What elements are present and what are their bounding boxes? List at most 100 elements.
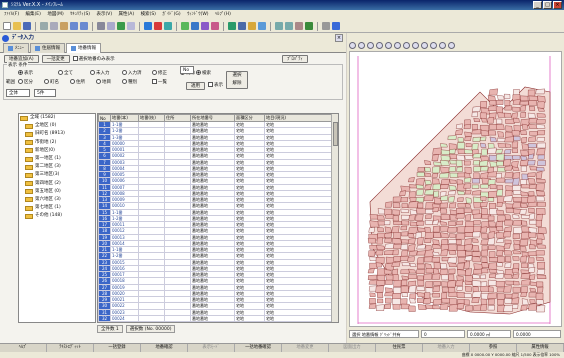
parcel-shape[interactable] <box>471 184 480 189</box>
parcel-shape[interactable] <box>416 292 426 298</box>
parcel-shape[interactable] <box>512 106 521 112</box>
parcel-shape[interactable] <box>385 214 395 219</box>
parcel-shape[interactable] <box>528 117 538 124</box>
table-cell[interactable] <box>138 320 165 322</box>
parcel-shape[interactable] <box>449 233 457 238</box>
parcel-shape[interactable] <box>376 304 385 311</box>
parcel-shape[interactable] <box>512 190 522 195</box>
table-cell[interactable]: 宅地 <box>264 320 333 322</box>
parcel-shape[interactable] <box>369 292 376 297</box>
parcel-shape[interactable] <box>504 148 512 154</box>
parcel-shape[interactable] <box>401 279 408 286</box>
apply-button[interactable]: 適用 <box>186 82 205 90</box>
parcel-shape[interactable] <box>535 124 546 129</box>
parcel-shape[interactable] <box>536 178 546 183</box>
zoom-in-icon[interactable] <box>349 42 356 49</box>
parcel-shape[interactable] <box>384 220 391 225</box>
draw-line-icon[interactable] <box>181 22 189 30</box>
parcel-shape[interactable] <box>520 130 527 135</box>
column-header[interactable]: 地番(枝) <box>138 114 165 122</box>
parcel-shape[interactable] <box>527 172 536 177</box>
column-header[interactable]: 面積区分 <box>234 114 265 122</box>
parcel-shape[interactable] <box>401 262 411 266</box>
parcel-shape[interactable] <box>488 130 497 136</box>
parcel-shape[interactable] <box>368 226 376 233</box>
parcel-shape[interactable] <box>497 131 505 138</box>
parcel-shape[interactable] <box>504 112 512 118</box>
parcel-shape[interactable] <box>471 238 479 243</box>
parcel-shape[interactable] <box>512 304 519 309</box>
parcel-shape[interactable] <box>512 220 522 226</box>
parcel-shape[interactable] <box>463 299 470 306</box>
function-key[interactable]: 図面出力 <box>329 344 376 352</box>
parcel-shape[interactable] <box>480 166 489 172</box>
scroll-thumb[interactable] <box>333 122 338 146</box>
parcel-shape[interactable] <box>416 172 425 177</box>
parcel-shape[interactable] <box>367 268 375 274</box>
parcel-shape[interactable] <box>520 272 531 279</box>
bulk-change-button[interactable]: 一括変更 <box>41 55 70 63</box>
parcel-shape[interactable] <box>488 257 499 262</box>
parcel-shape[interactable] <box>392 268 399 276</box>
parcel-shape[interactable] <box>496 262 503 267</box>
parcel-shape[interactable] <box>512 201 522 209</box>
parcel-shape[interactable] <box>487 298 495 305</box>
parcel-shape[interactable] <box>392 196 402 203</box>
parcel-shape[interactable] <box>433 232 441 238</box>
parcel-shape[interactable] <box>425 209 434 214</box>
parcel-shape[interactable] <box>375 285 384 293</box>
parcel-shape[interactable] <box>407 256 415 262</box>
parcel-shape[interactable] <box>464 131 472 137</box>
parcel-shape[interactable] <box>432 147 442 155</box>
parcel-shape[interactable] <box>520 304 528 311</box>
parcel-shape[interactable] <box>448 239 458 244</box>
parcel-shape[interactable] <box>463 149 474 154</box>
parcel-shape[interactable] <box>487 286 494 293</box>
parcel-shape[interactable] <box>519 238 529 246</box>
table-row[interactable]: 3300025番地番地宅地宅地 <box>98 320 333 322</box>
parcel-shape[interactable] <box>529 287 537 292</box>
column-header[interactable]: 地番(本) <box>110 114 139 122</box>
parcel-shape[interactable] <box>456 166 463 172</box>
parcel-shape[interactable] <box>384 287 394 293</box>
parcel-shape[interactable] <box>480 226 488 233</box>
refresh-icon[interactable] <box>412 42 419 49</box>
forward-icon[interactable] <box>430 42 437 49</box>
parcel-shape[interactable] <box>416 256 425 265</box>
parcel-shape[interactable] <box>431 166 441 174</box>
parcel-shape[interactable] <box>537 261 545 269</box>
parcel-shape[interactable] <box>376 237 383 245</box>
parcel-shape[interactable] <box>495 106 503 114</box>
parcel-shape[interactable] <box>440 155 451 162</box>
parcel-shape[interactable] <box>527 201 538 207</box>
menu-file[interactable]: ﾌｧｲﾙ(F) <box>4 12 19 17</box>
parcel-shape[interactable] <box>401 292 408 297</box>
parcel-shape[interactable] <box>480 303 488 311</box>
parcel-shape[interactable] <box>456 269 467 276</box>
parcel-shape[interactable] <box>521 262 529 268</box>
parcel-shape[interactable] <box>423 194 434 201</box>
parcel-shape[interactable] <box>455 123 463 129</box>
parcel-shape[interactable] <box>535 183 545 191</box>
parcel-shape[interactable] <box>472 286 479 292</box>
parcel-shape[interactable] <box>464 189 472 195</box>
parcel-shape[interactable] <box>535 256 545 261</box>
parcel-shape[interactable] <box>473 225 482 233</box>
parcel-shape[interactable] <box>471 290 482 298</box>
parcel-shape[interactable] <box>448 185 457 191</box>
label-icon[interactable] <box>248 22 256 30</box>
parcel-shape[interactable] <box>495 153 505 161</box>
parcel-shape[interactable] <box>424 172 432 177</box>
parcel-shape[interactable] <box>432 207 439 212</box>
parcel-shape[interactable] <box>464 255 473 261</box>
parcel-shape[interactable] <box>456 226 466 233</box>
tree-item[interactable]: 第五地区 (0) <box>19 188 95 196</box>
display-checkbox[interactable]: 表示 <box>208 82 223 88</box>
parcel-shape[interactable] <box>393 243 402 249</box>
column-header[interactable]: 地目(現況) <box>264 114 333 122</box>
parcel-shape[interactable] <box>457 262 465 270</box>
parcel-shape[interactable] <box>519 104 527 112</box>
parcel-shape[interactable] <box>505 119 515 124</box>
parcel-shape[interactable] <box>425 268 434 274</box>
parcel-shape[interactable] <box>375 250 384 256</box>
